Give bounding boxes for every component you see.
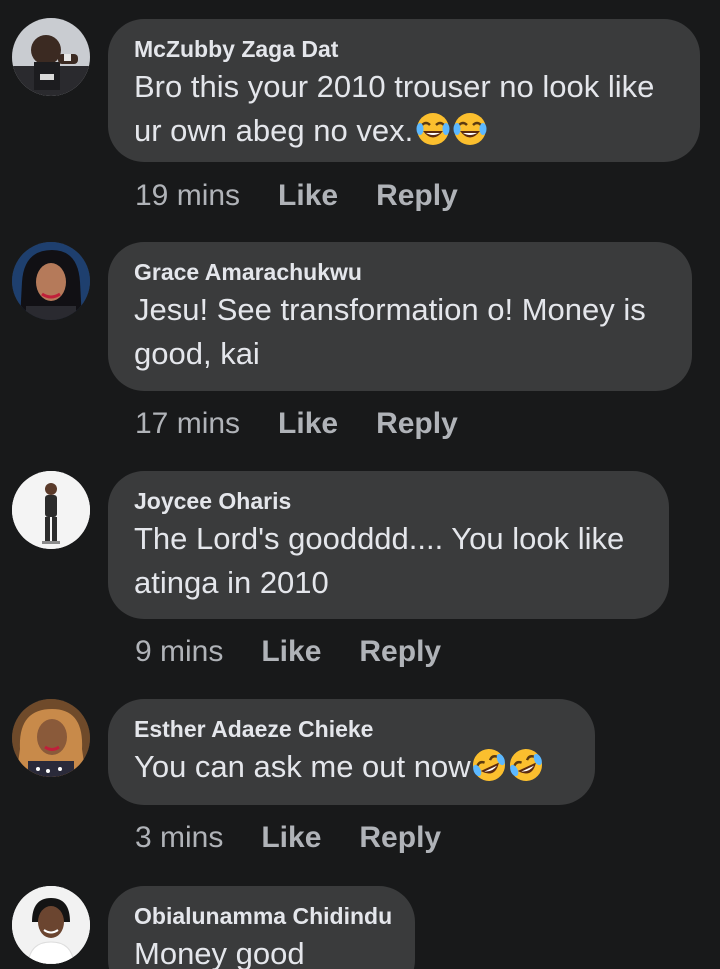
tears-of-joy-emoji-icon bbox=[453, 112, 487, 146]
avatar-photo-icon bbox=[12, 471, 90, 549]
reply-button[interactable]: Reply bbox=[359, 634, 441, 670]
comment-timestamp[interactable]: 9 mins bbox=[135, 634, 223, 670]
avatar-photo-icon bbox=[12, 18, 90, 96]
tears-of-joy-emoji-icon bbox=[416, 112, 450, 146]
comment-timestamp[interactable]: 19 mins bbox=[135, 178, 240, 214]
comment-bubble: Joycee Oharis The Lord's goodddd.... You… bbox=[108, 471, 669, 619]
comment-author[interactable]: Joycee Oharis bbox=[134, 487, 645, 515]
avatar-photo-icon bbox=[12, 242, 90, 320]
avatar[interactable] bbox=[12, 242, 90, 320]
comment-feed: McZubby Zaga Dat Bro this your 2010 trou… bbox=[0, 0, 720, 969]
like-button[interactable]: Like bbox=[278, 406, 338, 442]
comment-bubble: Esther Adaeze Chieke You can ask me out … bbox=[108, 699, 595, 805]
avatar[interactable] bbox=[12, 18, 90, 96]
reply-button[interactable]: Reply bbox=[376, 406, 458, 442]
comment-author[interactable]: McZubby Zaga Dat bbox=[134, 35, 676, 63]
like-button[interactable]: Like bbox=[278, 178, 338, 214]
comment-text: You can ask me out now bbox=[134, 745, 571, 789]
comment-text: Bro this your 2010 trouser no look like … bbox=[134, 65, 676, 153]
comment-timestamp[interactable]: 17 mins bbox=[135, 406, 240, 442]
comment-actions: 19 mins Like Reply bbox=[135, 178, 496, 214]
comment-bubble: Grace Amarachukwu Jesu! See transformati… bbox=[108, 242, 692, 391]
comment-actions: 9 mins Like Reply bbox=[135, 634, 479, 670]
like-button[interactable]: Like bbox=[261, 634, 321, 670]
comment-actions: 3 mins Like Reply bbox=[135, 820, 479, 856]
comment-text: Jesu! See transformation o! Money is goo… bbox=[134, 292, 646, 371]
comment-text: The Lord's goodddd.... You look like ati… bbox=[134, 521, 625, 600]
comment-actions: 17 mins Like Reply bbox=[135, 406, 496, 442]
like-button[interactable]: Like bbox=[261, 820, 321, 856]
comment-bubble: McZubby Zaga Dat Bro this your 2010 trou… bbox=[108, 19, 700, 162]
comment-author[interactable]: Esther Adaeze Chieke bbox=[134, 715, 571, 743]
comment-author[interactable]: Obialunamma Chidindu bbox=[134, 902, 392, 930]
rolling-on-floor-laughing-emoji-icon bbox=[509, 748, 543, 782]
comment-text-content: Bro this your 2010 trouser no look like … bbox=[134, 69, 655, 148]
avatar-photo-icon bbox=[12, 699, 90, 777]
avatar-photo-icon bbox=[12, 886, 90, 964]
comment-text-content: You can ask me out now bbox=[134, 749, 471, 784]
avatar[interactable] bbox=[12, 471, 90, 549]
comment-timestamp[interactable]: 3 mins bbox=[135, 820, 223, 856]
reply-button[interactable]: Reply bbox=[376, 178, 458, 214]
comment-author[interactable]: Grace Amarachukwu bbox=[134, 258, 668, 286]
reply-button[interactable]: Reply bbox=[359, 820, 441, 856]
avatar[interactable] bbox=[12, 699, 90, 777]
comment-text: Money good bbox=[134, 936, 305, 969]
comment-bubble: Obialunamma Chidindu Money good bbox=[108, 886, 415, 969]
rolling-on-floor-laughing-emoji-icon bbox=[472, 748, 506, 782]
avatar[interactable] bbox=[12, 886, 90, 964]
